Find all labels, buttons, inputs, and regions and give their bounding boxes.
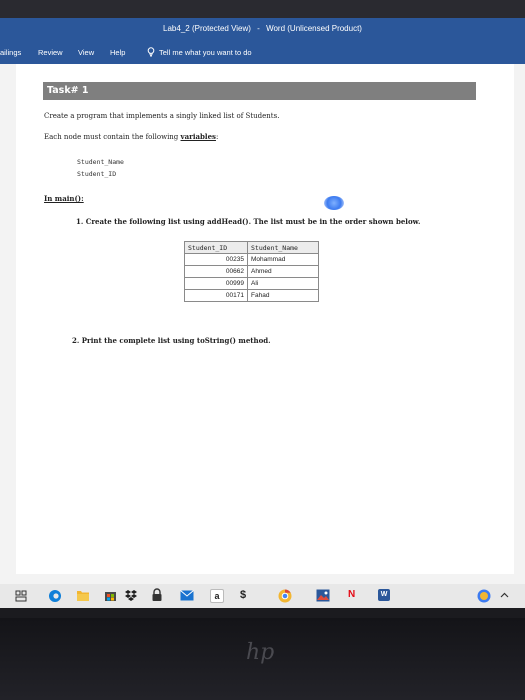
netflix-icon[interactable]: N — [348, 588, 355, 602]
variables-prefix: Each node must contain the following — [44, 133, 181, 141]
table-row: 00171 Fahad — [184, 289, 319, 302]
table-row: 00999 Ali — [184, 277, 319, 290]
document-page: Task# 1 Create a program that implements… — [16, 64, 514, 574]
variables-suffix: : — [215, 133, 219, 141]
tell-me-search[interactable]: Tell me what you want to do — [147, 47, 252, 57]
dropbox-icon[interactable] — [124, 589, 138, 602]
variables-line: Each node must contain the following var… — [44, 132, 218, 141]
student-name-cell: Ahmed — [247, 265, 319, 278]
app-name: Word (Unlicensed Product) — [266, 24, 362, 33]
student-name-cell: Ali — [247, 277, 319, 290]
tell-me-label: Tell me what you want to do — [159, 47, 252, 57]
money-icon[interactable]: $ — [240, 588, 246, 602]
title-bar: Lab4_2 (Protected View) - Word (Unlicens… — [0, 18, 525, 40]
variable-student-id: Student_ID — [77, 170, 117, 178]
ribbon-tabs: ailings Review View Help Tell me what yo… — [0, 40, 525, 64]
file-explorer-icon[interactable] — [76, 589, 90, 602]
photos-icon[interactable] — [316, 589, 330, 602]
laptop-bezel-top — [0, 0, 525, 18]
step-1-text: 1. Create the following list using addHe… — [76, 217, 421, 226]
laptop-logo: hp — [246, 640, 275, 665]
student-id-cell: 00171 — [184, 289, 248, 302]
lightbulb-icon — [147, 47, 155, 57]
amazon-icon[interactable]: a — [210, 589, 224, 603]
lock-icon[interactable] — [151, 588, 163, 602]
student-id-cell: 00662 — [184, 265, 248, 278]
variables-word: variables — [180, 132, 216, 141]
help-icon[interactable] — [477, 589, 491, 603]
table-row: 00235 Mohammad — [184, 253, 319, 266]
intro-text: Create a program that implements a singl… — [44, 112, 280, 120]
student-name-cell: Fahad — [247, 289, 319, 302]
edge-icon[interactable] — [48, 589, 62, 603]
column-header-student-id: Student_ID — [184, 241, 248, 254]
tab-mailings[interactable]: ailings — [0, 48, 21, 57]
cursor-highlight — [324, 196, 344, 210]
student-name-cell: Mohammad — [247, 253, 319, 266]
screen: Lab4_2 (Protected View) - Word (Unlicens… — [0, 18, 525, 608]
taskbar: a $ N W — [0, 584, 525, 608]
chrome-icon[interactable] — [278, 589, 292, 603]
student-id-cell: 00999 — [184, 277, 248, 290]
variable-student-name: Student_Name — [77, 158, 124, 166]
in-main-heading: In main(): — [44, 194, 84, 203]
task-view-icon[interactable] — [15, 590, 27, 602]
tab-review[interactable]: Review — [38, 48, 63, 57]
word-icon[interactable]: W — [378, 589, 390, 601]
mail-icon[interactable] — [180, 590, 194, 601]
chevron-up-icon[interactable] — [500, 592, 509, 598]
store-icon[interactable] — [104, 589, 117, 602]
title-separator: - — [257, 24, 260, 33]
document-title: Lab4_2 (Protected View) — [163, 24, 251, 33]
table-header-row: Student_ID Student_Name — [184, 241, 319, 254]
tab-help[interactable]: Help — [110, 48, 125, 57]
step-2-text: 2. Print the complete list using toStrin… — [72, 336, 271, 345]
table-row: 00662 Ahmed — [184, 265, 319, 278]
students-table: Student_ID Student_Name 00235 Mohammad 0… — [184, 241, 319, 302]
student-id-cell: 00235 — [184, 253, 248, 266]
tab-view[interactable]: View — [78, 48, 94, 57]
document-body[interactable]: Task# 1 Create a program that implements… — [16, 64, 514, 574]
task-header: Task# 1 — [43, 82, 476, 100]
column-header-student-name: Student_Name — [247, 241, 319, 254]
